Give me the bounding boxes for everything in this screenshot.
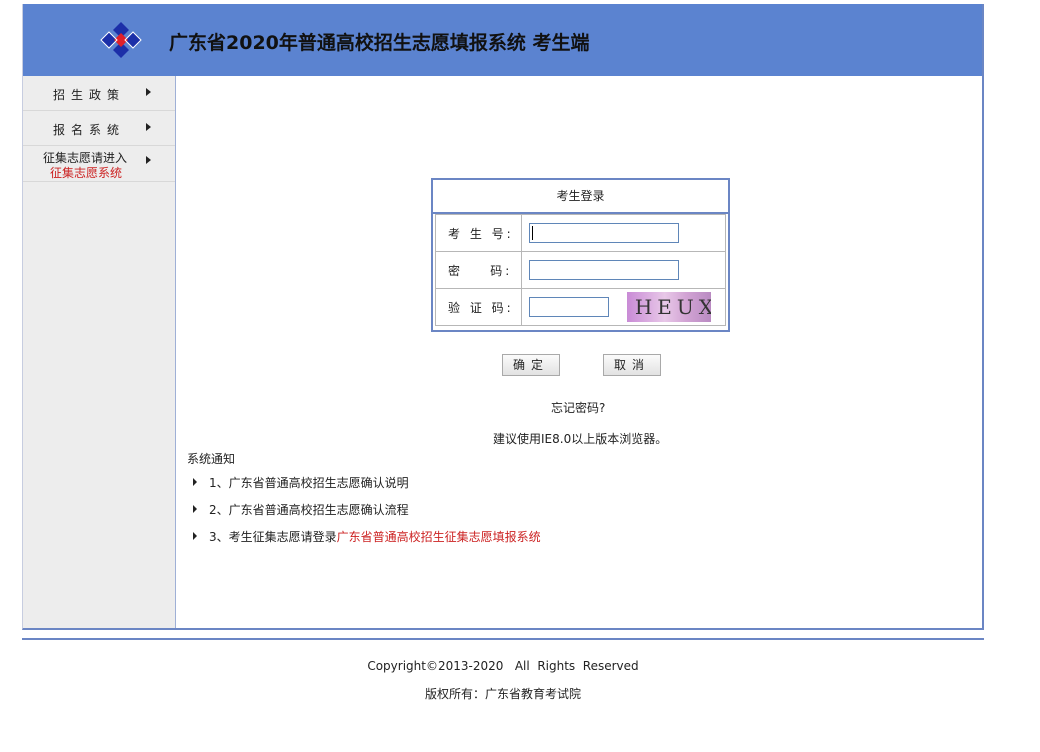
copyright-text: Copyright©2013-2020 All Rights Reserved [367,659,639,673]
notice-list: 1、广东省普通高校招生志愿确认说明 2、广东省普通高校招生志愿确认流程 3、考生… [193,474,541,555]
list-item[interactable]: 2、广东省普通高校招生志愿确认流程 [193,501,541,528]
sidebar-item-enrollment-policy[interactable]: 招生政策 [23,76,175,111]
password-input[interactable] [529,260,679,280]
cancel-button[interactable]: 取消 [603,354,661,376]
login-row-captcha: 验 证 码: HEUX [435,288,726,326]
sidebar-item-registration[interactable]: 报名系统 [23,111,175,146]
caret-right-icon [193,505,197,513]
list-item: 3、考生征集志愿请登录广东省普通高校招生征集志愿填报系统 [193,528,541,555]
owner-text: 版权所有：广东省教育考试院 [424,687,581,701]
caret-right-icon [146,123,151,131]
caret-right-icon [193,532,197,540]
page-title: 广东省2020年普通高校招生志愿填报系统 考生端 [169,32,590,54]
sidebar-item-label: 招生政策 [53,88,126,102]
notice-title: 系统通知 [187,452,236,466]
forgot-password-link[interactable]: 忘记密码? [551,399,605,416]
sidebar-item-supplementary[interactable]: 征集志愿请进入 征集志愿系统 [23,146,175,182]
login-title: 考生登录 [433,180,728,214]
list-item[interactable]: 1、广东省普通高校招生志愿确认说明 [193,474,541,501]
login-row-exam-number: 考 生 号: [435,214,726,252]
captcha-image[interactable]: HEUX [626,292,711,322]
captcha-input[interactable] [529,297,609,317]
notice-text: 3、考生征集志愿请登录 [209,530,337,544]
password-label: 密 码: [435,251,522,289]
header-banner: 广东省2020年普通高校招生志愿填报系统 考生端 [23,4,982,76]
browser-tip: 建议使用IE8.0以上版本浏览器。 [493,432,668,446]
confirm-button[interactable]: 确定 [502,354,560,376]
sidebar: 招生政策 报名系统 征集志愿请进入 征集志愿系统 [23,76,176,628]
sidebar-item-link[interactable]: 征集志愿系统 [50,164,122,181]
footer-divider [22,638,984,640]
caret-right-icon [193,478,197,486]
login-form: 考 生 号: 密 码: 验 证 码: HEUX [435,214,726,326]
supplementary-system-link[interactable]: 广东省普通高校招生征集志愿填报系统 [337,530,541,544]
caret-right-icon [146,88,151,96]
page-frame: 广东省2020年普通高校招生志愿填报系统 考生端 招生政策 报名系统 征集志愿请… [22,4,984,630]
captcha-text: HEUX [634,295,711,319]
exam-number-input[interactable] [529,223,679,243]
login-panel: 考生登录 考 生 号: 密 码: 验 证 码: HEUX [431,178,730,332]
text-cursor [532,226,533,240]
notice-text: 2、广东省普通高校招生志愿确认流程 [209,503,409,517]
diamond-cluster-logo-icon [100,22,142,58]
caret-right-icon [146,156,151,164]
exam-number-label: 考 生 号: [435,214,522,252]
login-row-password: 密 码: [435,251,726,289]
captcha-label: 验 证 码: [435,288,522,326]
notice-text: 1、广东省普通高校招生志愿确认说明 [209,476,409,490]
main-content: 考生登录 考 生 号: 密 码: 验 证 码: HEUX 确定 取消 忘记密码?… [177,76,982,628]
sidebar-item-label: 报名系统 [53,123,126,137]
